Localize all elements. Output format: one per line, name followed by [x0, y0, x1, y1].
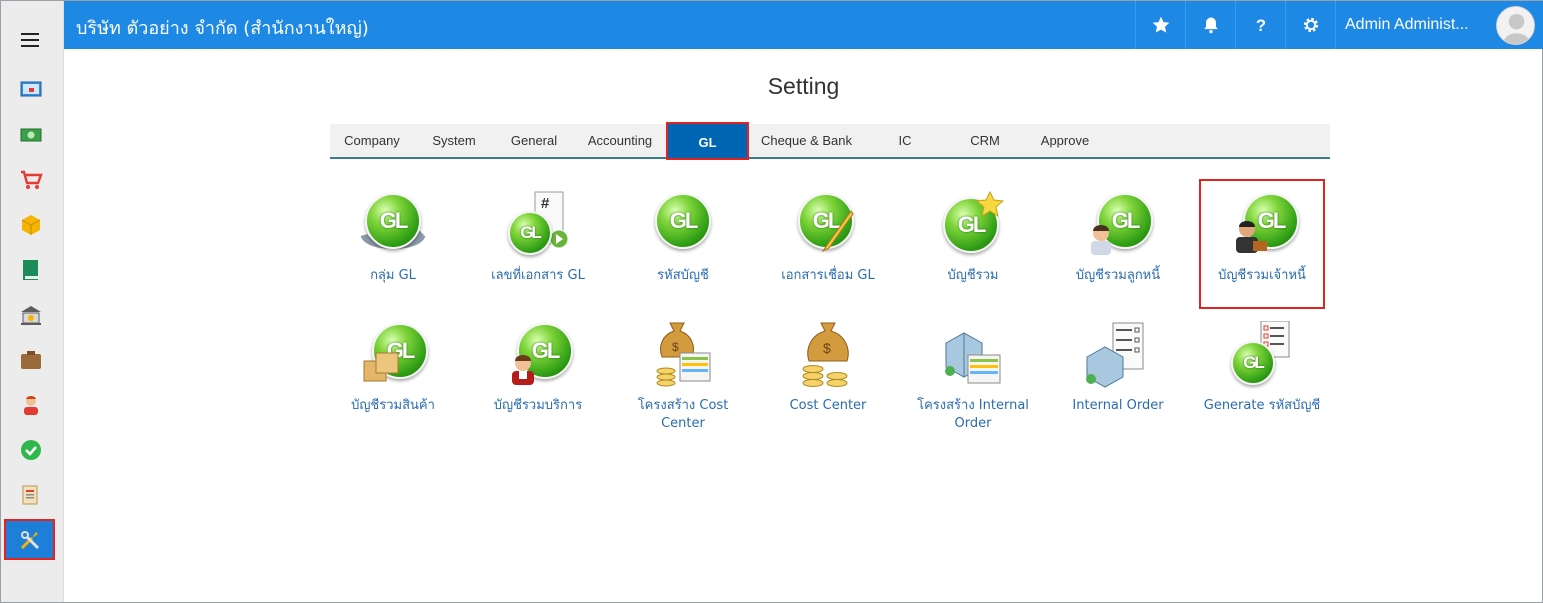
tile-label: กลุ่ม GL [370, 268, 416, 283]
tile-ap-control-account[interactable]: บัญชีรวมเจ้าหนี้ [1200, 191, 1324, 285]
box-icon[interactable] [13, 209, 49, 241]
tile-gl-link-doc[interactable]: เอกสารเชื่อม GL [766, 191, 890, 285]
tab-cheque-bank[interactable]: Cheque & Bank [749, 124, 864, 157]
generate-account-code-icon [1227, 321, 1297, 391]
tile-inventory-control-account[interactable]: บัญชีรวมสินค้า [331, 321, 455, 415]
account-code-icon [648, 191, 718, 261]
tile-generate-account-code[interactable]: Generate รหัสบัญชี [1200, 321, 1324, 415]
report-icon[interactable] [13, 479, 49, 511]
avatar[interactable] [1496, 6, 1535, 45]
tile-label: บัญชีรวม [947, 268, 999, 283]
company-name[interactable]: บริษัท ตัวอย่าง จำกัด (สำนักงานใหญ่) [76, 13, 369, 42]
notification-button[interactable] [1185, 1, 1235, 49]
svg-text:$: $ [823, 340, 831, 356]
service-control-account-icon [503, 321, 573, 391]
tile-internal-order[interactable]: Internal Order [1056, 321, 1180, 415]
page-title: Setting [767, 73, 840, 99]
inventory-control-account-icon [358, 321, 428, 391]
ar-control-account-icon [1083, 191, 1153, 261]
tile-gl-doc-number[interactable]: # เลขที่เอกสาร GL [476, 191, 600, 285]
tab-general[interactable]: General [494, 124, 574, 157]
star-icon [1152, 16, 1169, 33]
people-icon[interactable] [13, 389, 49, 421]
book-icon[interactable] [13, 254, 49, 286]
tile-label: โครงสร้าง Cost Center [637, 398, 729, 431]
favorite-button[interactable] [1135, 1, 1185, 49]
ap-control-account-icon [1227, 191, 1299, 261]
tile-label: บัญชีรวมเจ้าหนี้ [1218, 268, 1306, 283]
tile-account-code[interactable]: รหัสบัญชี [621, 191, 745, 285]
settings-tools-icon[interactable] [4, 519, 55, 560]
cart-icon[interactable] [13, 164, 49, 196]
control-account-icon [938, 191, 1008, 261]
gl-doc-number-icon: # [503, 191, 573, 261]
tab-approve[interactable]: Approve [1024, 124, 1106, 157]
gl-group-icon [358, 191, 428, 261]
tile-ar-control-account[interactable]: บัญชีรวมลูกหนี้ [1056, 191, 1180, 285]
cost-center-structure-icon: $ [648, 321, 718, 391]
hamburger-menu-icon[interactable] [21, 33, 39, 47]
dashboard-icon[interactable] [13, 73, 49, 105]
user-name[interactable]: Admin Administ... [1345, 16, 1469, 34]
tile-internal-order-structure[interactable]: โครงสร้าง Internal Order [911, 321, 1035, 433]
tab-system[interactable]: System [414, 124, 494, 157]
tab-crm[interactable]: CRM [946, 124, 1024, 157]
tile-label: บัญชีรวมลูกหนี้ [1075, 268, 1161, 283]
tile-service-control-account[interactable]: บัญชีรวมบริการ [476, 321, 600, 415]
tile-cost-center[interactable]: $ Cost Center [766, 321, 890, 415]
gear-icon [1303, 17, 1318, 33]
svg-text:?: ? [1255, 16, 1265, 35]
tile-label: Internal Order [1072, 398, 1164, 413]
tile-control-account[interactable]: บัญชีรวม [911, 191, 1035, 285]
svg-text:#: # [541, 195, 550, 212]
tile-label: รหัสบัญชี [657, 268, 709, 283]
check-icon[interactable] [13, 434, 49, 466]
tile-label: เอกสารเชื่อม GL [781, 268, 875, 283]
tile-label: โครงสร้าง Internal Order [917, 398, 1029, 431]
tile-label: บัญชีรวมสินค้า [351, 398, 435, 413]
tab-accounting[interactable]: Accounting [574, 124, 666, 157]
tile-gl-group[interactable]: กลุ่ม GL [331, 191, 455, 285]
bank-icon[interactable] [13, 299, 49, 331]
help-icon: ? [1255, 16, 1265, 35]
cost-center-icon: $ [793, 321, 863, 391]
tile-cost-center-structure[interactable]: $ โครงสร้าง Cost Center [621, 321, 745, 433]
svg-text:$: $ [672, 340, 679, 354]
internal-order-structure-icon [938, 321, 1008, 391]
tab-ic[interactable]: IC [864, 124, 946, 157]
bell-icon [1203, 17, 1218, 34]
tab-gl[interactable]: GL [666, 122, 749, 160]
tile-label: เลขที่เอกสาร GL [491, 268, 585, 283]
help-button[interactable]: ? [1235, 1, 1285, 49]
settings-button[interactable] [1285, 1, 1335, 49]
settings-tabs: Company System General Accounting GL Che… [330, 122, 1330, 160]
wallet-icon[interactable] [13, 344, 49, 376]
top-bar: บริษัท ตัวอย่าง จำกัด (สำนักงานใหญ่) ? A… [64, 1, 1543, 49]
sidebar [1, 1, 64, 602]
tab-company[interactable]: Company [330, 124, 414, 157]
gl-link-doc-icon [793, 191, 863, 261]
tile-label: Cost Center [789, 398, 867, 413]
internal-order-icon [1083, 321, 1153, 391]
tile-label: บัญชีรวมบริการ [493, 398, 583, 413]
money-icon[interactable] [13, 119, 49, 151]
tile-label: Generate รหัสบัญชี [1203, 398, 1321, 413]
